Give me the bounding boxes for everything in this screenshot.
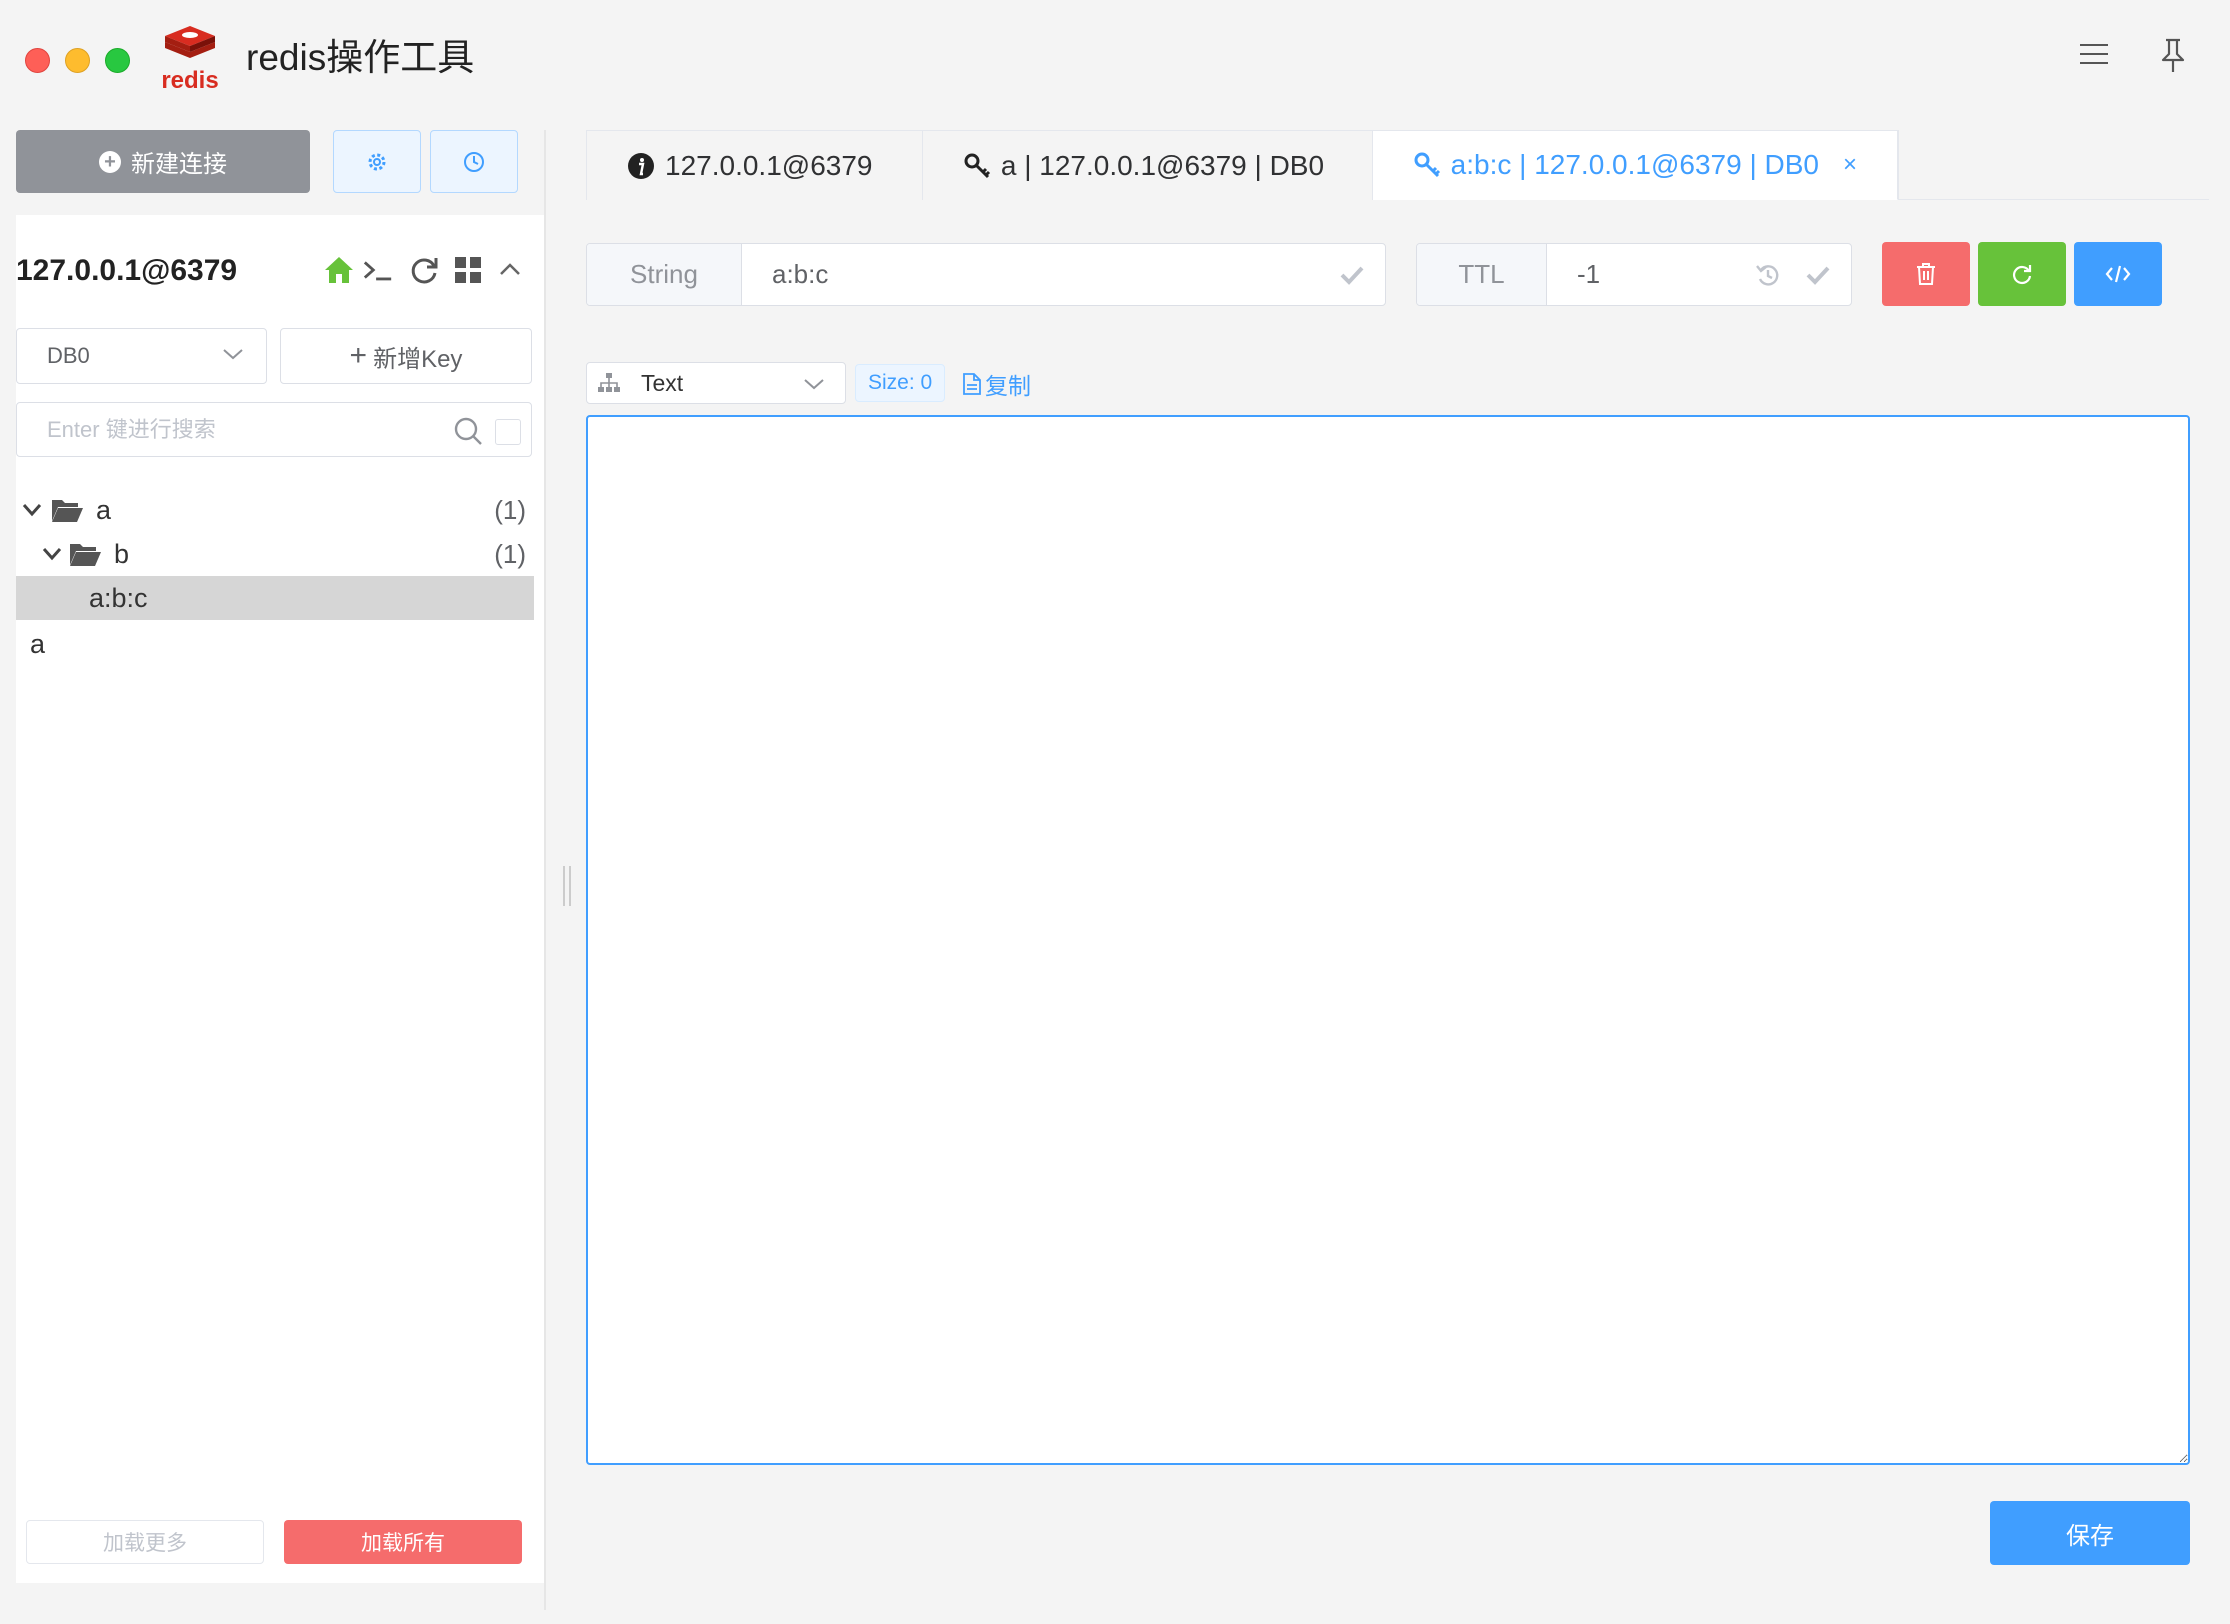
folder-open-icon: [52, 500, 83, 522]
ttl-input[interactable]: -1: [1547, 244, 1851, 305]
copy-label: 复制: [985, 373, 1031, 399]
tab-connection-info[interactable]: 127.0.0.1@6379: [587, 131, 923, 200]
code-icon: [2105, 265, 2131, 283]
key-name-value: a:b:c: [772, 259, 829, 289]
db-select[interactable]: DB0: [16, 328, 267, 384]
svg-text:redis: redis: [161, 67, 218, 92]
add-key-button[interactable]: + 新增Key: [280, 328, 532, 384]
grid-icon[interactable]: [452, 254, 484, 286]
key-name-input[interactable]: a:b:c: [742, 244, 1385, 305]
tab-bar: 127.0.0.1@6379 a | 127.0.0.1@6379 | DB0 …: [586, 130, 1899, 200]
sidebar-divider: [544, 130, 546, 1610]
chevron-down-icon: [804, 379, 824, 390]
collapse-chevron-icon[interactable]: [494, 254, 526, 286]
redis-logo: redis: [161, 26, 219, 92]
load-all-button[interactable]: 加载所有: [284, 1520, 522, 1564]
key-icon: [964, 153, 990, 178]
db-select-value: DB0: [47, 343, 90, 368]
tree-folder-label: b: [114, 538, 130, 569]
search-input[interactable]: [47, 415, 447, 445]
pin-icon[interactable]: [2158, 38, 2188, 74]
tree-key-label: a: [30, 628, 46, 659]
size-badge: Size: 0: [855, 364, 946, 402]
gear-icon: [368, 153, 386, 170]
plus-circle-icon: +: [99, 150, 121, 173]
tab-close-icon[interactable]: ×: [1843, 151, 1857, 179]
folder-open-icon: [70, 544, 101, 566]
info-icon: [628, 152, 654, 179]
hamburger-menu-icon[interactable]: [2080, 42, 2108, 66]
window-zoom-button[interactable]: [105, 48, 130, 73]
chevron-down-icon: [42, 548, 62, 561]
terminal-icon[interactable]: [362, 254, 394, 286]
tree-folder[interactable]: b (1): [16, 532, 534, 576]
ttl-label: TTL: [1417, 244, 1547, 305]
plus-icon: +: [349, 339, 368, 372]
tab-label: a | 127.0.0.1@6379 | DB0: [1000, 149, 1325, 181]
format-select[interactable]: Text: [586, 362, 846, 404]
chevron-down-icon: [223, 349, 243, 360]
window-minimize-button[interactable]: [65, 48, 90, 73]
tab-label: a:b:c | 127.0.0.1@6379 | DB0: [1450, 149, 1819, 180]
search-icon[interactable]: [453, 416, 483, 446]
tree-count: (1): [494, 538, 526, 569]
refresh-icon: [2012, 265, 2032, 285]
key-type-label: String: [587, 244, 742, 305]
refresh-icon[interactable]: [408, 254, 440, 286]
delete-key-button[interactable]: [1882, 242, 1970, 306]
save-button[interactable]: 保存: [1990, 1501, 2190, 1565]
add-key-label: 新增Key: [373, 345, 463, 373]
persist-icon[interactable]: [1755, 262, 1781, 288]
connection-name: 127.0.0.1@6379: [16, 254, 238, 287]
tree-folder-label: a: [96, 494, 112, 525]
new-connection-label: 新建连接: [131, 151, 227, 178]
check-icon[interactable]: [1339, 262, 1365, 288]
exact-search-checkbox[interactable]: [495, 419, 521, 445]
tree-key[interactable]: a: [16, 622, 534, 666]
sitemap-icon: [598, 373, 620, 392]
new-connection-button[interactable]: + 新建连接: [16, 130, 310, 193]
refresh-key-button[interactable]: [1978, 242, 2066, 306]
tab-label: 127.0.0.1@6379: [665, 149, 873, 181]
tab-bar-underline: [1899, 199, 2209, 200]
app-window: redis redis操作工具 + 新建连接 127.0.0.1@6379 DB…: [0, 0, 2230, 1624]
home-icon[interactable]: [323, 254, 355, 286]
tab-key-a[interactable]: a | 127.0.0.1@6379 | DB0: [923, 131, 1373, 200]
chevron-down-icon: [22, 504, 42, 517]
value-editor[interactable]: [586, 415, 2190, 1465]
history-button[interactable]: [430, 130, 518, 193]
key-name-group: String a:b:c: [586, 243, 1386, 306]
ttl-group: TTL -1: [1416, 243, 1852, 306]
load-more-button[interactable]: 加载更多: [26, 1520, 264, 1564]
dump-command-button[interactable]: [2074, 242, 2162, 306]
tree-count: (1): [494, 494, 526, 525]
document-icon: [963, 373, 981, 395]
copy-button[interactable]: 复制: [962, 368, 1031, 400]
tree-key-selected[interactable]: a:b:c: [16, 576, 534, 620]
check-icon[interactable]: [1805, 262, 1831, 288]
tab-key-a-b-c[interactable]: a:b:c | 127.0.0.1@6379 | DB0 ×: [1372, 131, 1898, 200]
clock-icon: [464, 151, 484, 172]
window-close-button[interactable]: [25, 48, 50, 73]
search-box: [16, 402, 532, 457]
settings-button[interactable]: [333, 130, 421, 193]
ttl-value: -1: [1577, 259, 1601, 289]
key-icon: [1414, 152, 1440, 178]
tree-folder[interactable]: a (1): [16, 488, 534, 532]
resize-handle[interactable]: [563, 866, 571, 906]
tree-key-label: a:b:c: [89, 582, 148, 613]
format-select-value: Text: [641, 369, 684, 396]
trash-icon: [1917, 263, 1935, 285]
app-title: redis操作工具: [246, 37, 475, 78]
